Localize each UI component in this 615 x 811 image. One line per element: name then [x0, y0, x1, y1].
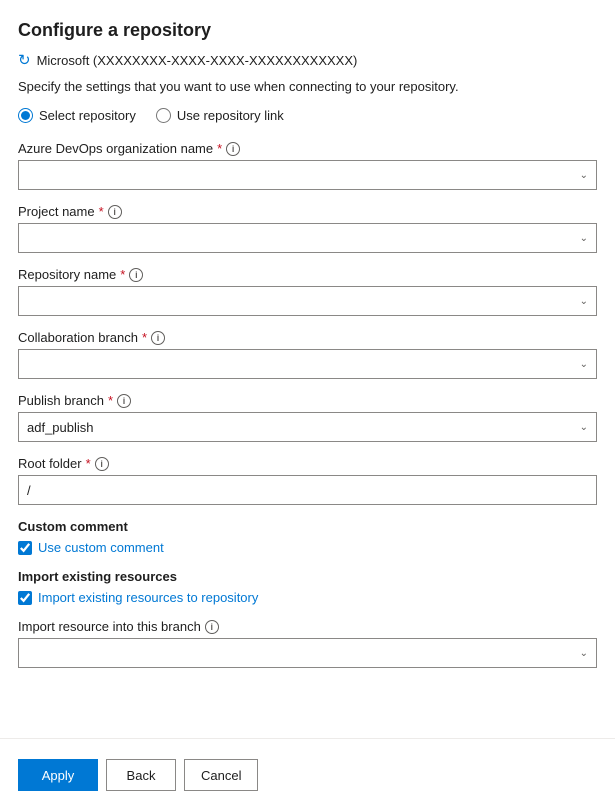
info-icon-project[interactable]: i: [108, 205, 122, 219]
apply-button[interactable]: Apply: [18, 759, 98, 791]
import-existing-option[interactable]: Import existing resources to repository: [18, 590, 597, 605]
info-icon-repo[interactable]: i: [129, 268, 143, 282]
field-project-name: Project name * i ⌄: [18, 204, 597, 253]
info-icon-collab[interactable]: i: [151, 331, 165, 345]
custom-comment-group: Custom comment Use custom comment: [18, 519, 597, 555]
publish-branch-dropdown[interactable]: adf_publish ⌄: [18, 412, 597, 442]
field-import-branch-label: Import resource into this branch i: [18, 619, 597, 634]
field-project-name-label: Project name * i: [18, 204, 597, 219]
info-icon-org[interactable]: i: [226, 142, 240, 156]
radio-group: Select repository Use repository link: [18, 108, 597, 123]
description-text: Specify the settings that you want to us…: [18, 79, 597, 94]
radio-select-repository-label: Select repository: [39, 108, 136, 123]
info-icon-root[interactable]: i: [95, 457, 109, 471]
import-existing-group: Import existing resources Import existin…: [18, 569, 597, 605]
back-button[interactable]: Back: [106, 759, 176, 791]
custom-comment-section-label: Custom comment: [18, 519, 597, 534]
chevron-down-icon-collab: ⌄: [580, 359, 588, 370]
field-azure-devops-org: Azure DevOps organization name * i ⌄: [18, 141, 597, 190]
radio-use-link-input[interactable]: [156, 108, 171, 123]
account-label: Microsoft (XXXXXXXX-XXXX-XXXX-XXXXXXXXXX…: [37, 53, 358, 68]
page-title: Configure a repository: [18, 20, 597, 41]
import-branch-dropdown[interactable]: ⌄: [18, 638, 597, 668]
field-root-folder-label: Root folder * i: [18, 456, 597, 471]
use-custom-comment-checkbox[interactable]: [18, 541, 32, 555]
account-icon: ↻: [18, 51, 31, 69]
field-import-branch: Import resource into this branch i ⌄: [18, 619, 597, 668]
chevron-down-icon-publish: ⌄: [580, 422, 588, 433]
root-folder-input[interactable]: [18, 475, 597, 505]
field-publish-branch-label: Publish branch * i: [18, 393, 597, 408]
import-existing-section-label: Import existing resources: [18, 569, 597, 584]
required-star: *: [217, 141, 222, 156]
required-star-publish: *: [108, 393, 113, 408]
radio-use-link-label: Use repository link: [177, 108, 284, 123]
import-existing-label: Import existing resources to repository: [38, 590, 258, 605]
field-collaboration-branch: Collaboration branch * i ⌄: [18, 330, 597, 379]
chevron-down-icon-repo: ⌄: [580, 296, 588, 307]
use-custom-comment-label: Use custom comment: [38, 540, 164, 555]
repository-name-dropdown[interactable]: ⌄: [18, 286, 597, 316]
footer-divider: [0, 738, 615, 739]
required-star-repo: *: [120, 267, 125, 282]
custom-comment-option[interactable]: Use custom comment: [18, 540, 597, 555]
chevron-down-icon-import: ⌄: [580, 648, 588, 659]
footer-buttons: Apply Back Cancel: [0, 759, 615, 811]
field-collaboration-branch-label: Collaboration branch * i: [18, 330, 597, 345]
field-publish-branch: Publish branch * i adf_publish ⌄: [18, 393, 597, 442]
account-row: ↻ Microsoft (XXXXXXXX-XXXX-XXXX-XXXXXXXX…: [18, 51, 597, 69]
chevron-down-icon-project: ⌄: [580, 233, 588, 244]
collaboration-branch-dropdown[interactable]: ⌄: [18, 349, 597, 379]
field-repository-name: Repository name * i ⌄: [18, 267, 597, 316]
radio-select-repository-input[interactable]: [18, 108, 33, 123]
chevron-down-icon: ⌄: [580, 170, 588, 181]
info-icon-publish[interactable]: i: [117, 394, 131, 408]
required-star-root: *: [86, 456, 91, 471]
azure-devops-org-dropdown[interactable]: ⌄: [18, 160, 597, 190]
field-repository-name-label: Repository name * i: [18, 267, 597, 282]
publish-branch-value: adf_publish: [27, 420, 94, 435]
required-star-project: *: [99, 204, 104, 219]
cancel-button[interactable]: Cancel: [184, 759, 258, 791]
field-root-folder: Root folder * i: [18, 456, 597, 505]
info-icon-import-branch[interactable]: i: [205, 620, 219, 634]
import-existing-checkbox[interactable]: [18, 591, 32, 605]
project-name-dropdown[interactable]: ⌄: [18, 223, 597, 253]
field-azure-devops-org-label: Azure DevOps organization name * i: [18, 141, 597, 156]
required-star-collab: *: [142, 330, 147, 345]
radio-use-link[interactable]: Use repository link: [156, 108, 284, 123]
radio-select-repository[interactable]: Select repository: [18, 108, 136, 123]
